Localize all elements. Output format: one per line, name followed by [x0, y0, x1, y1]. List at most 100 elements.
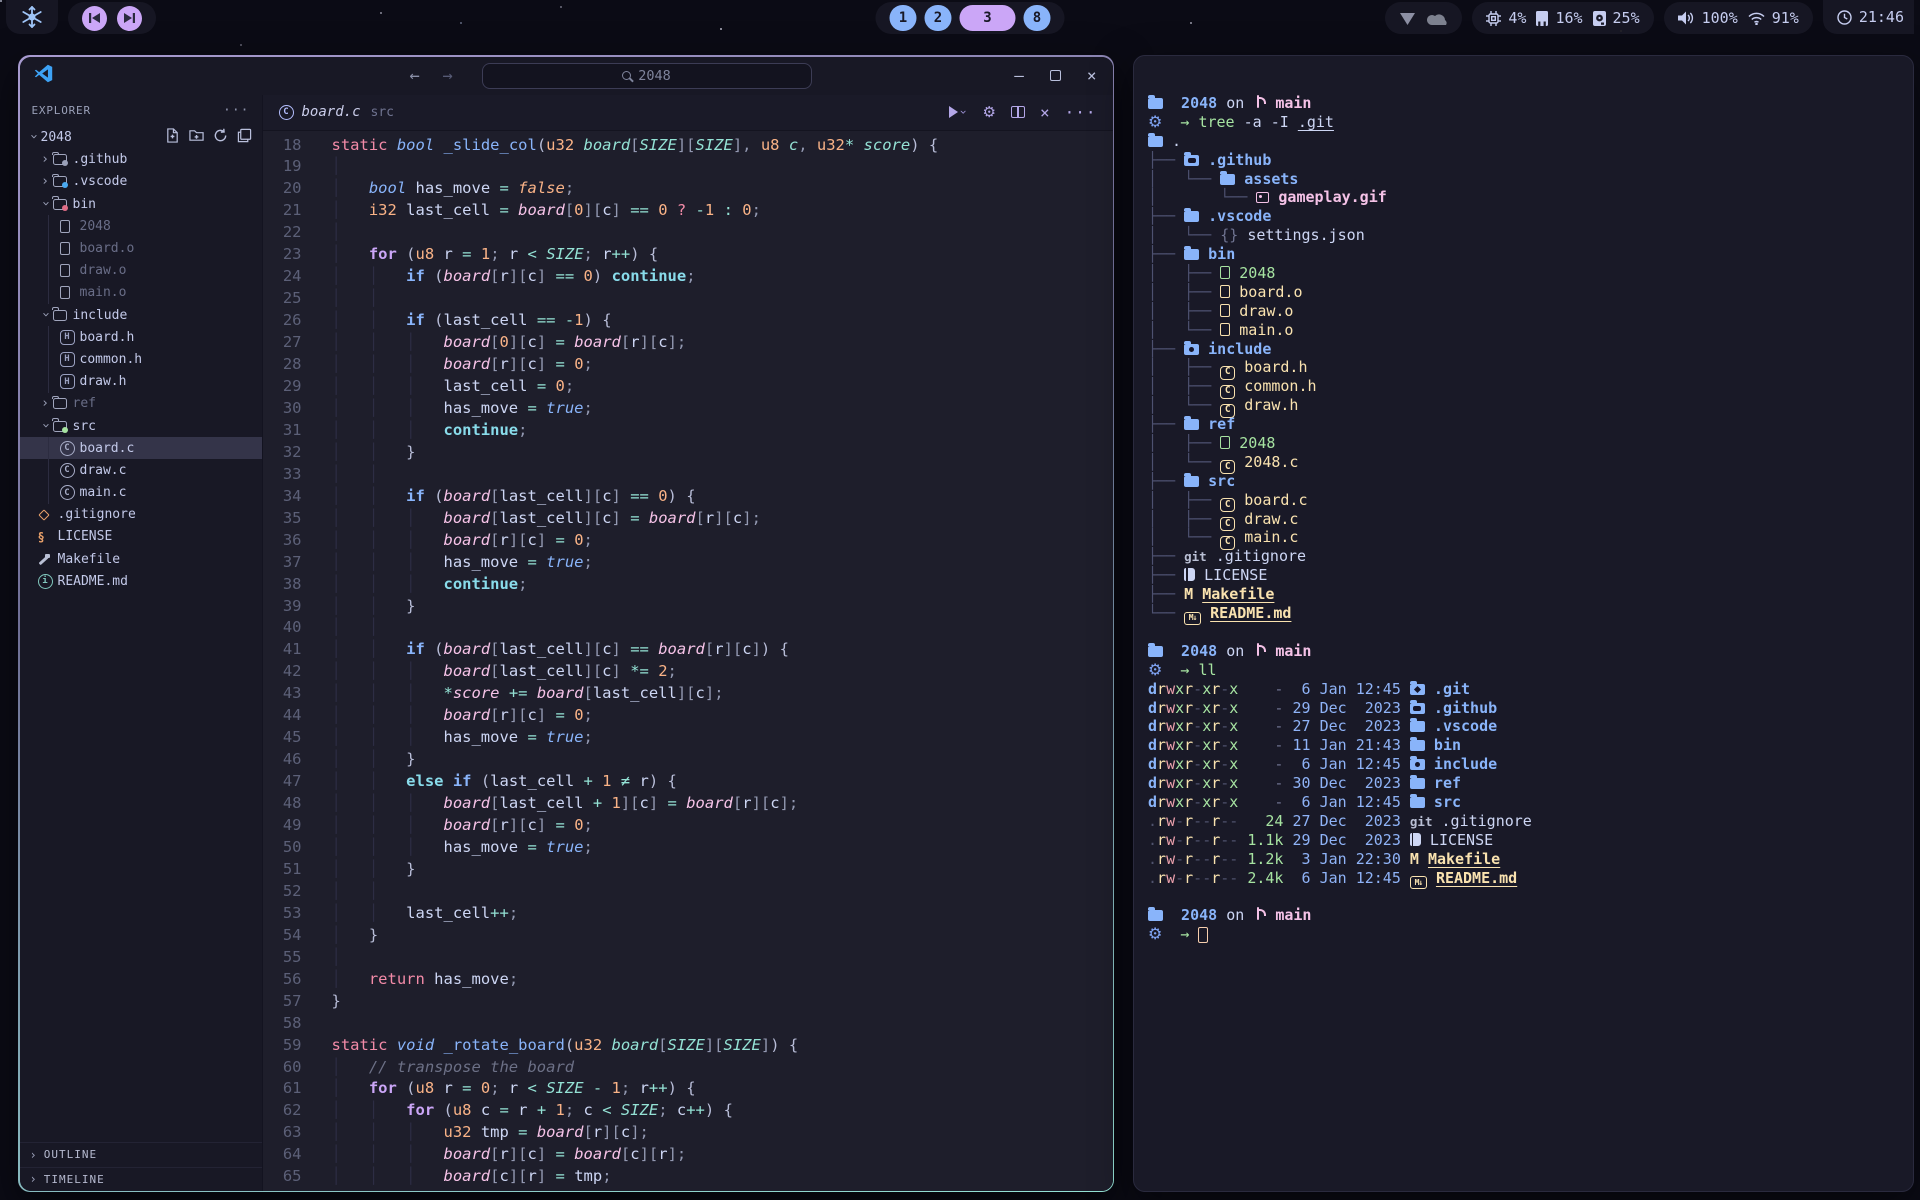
workspace-8[interactable]: 8 — [1024, 5, 1051, 31]
code-line[interactable]: 50│ │ │ has_move = true; — [263, 837, 1113, 859]
explorer-item-bin[interactable]: ›bin — [20, 193, 262, 215]
code-line[interactable]: 56│ return has_move; — [263, 969, 1113, 991]
close-button[interactable]: × — [1087, 66, 1097, 85]
code-line[interactable]: 59static void _rotate_board(u32 board[SI… — [263, 1035, 1113, 1057]
code-line[interactable]: 65│ │ │ board[c][r] = tmp; — [263, 1166, 1113, 1188]
code-line[interactable]: 52│ │ — [263, 881, 1113, 903]
code-line[interactable]: 47│ │ else if (last_cell + 1 ≠ r) { — [263, 771, 1113, 793]
system-stats-module[interactable]: 4% 16% 25% — [1472, 2, 1653, 34]
code-line[interactable]: 33│ │ — [263, 464, 1113, 486]
code-line[interactable]: 61│ for (u8 r = 0; r < SIZE - 1; r++) { — [263, 1078, 1113, 1100]
code-line[interactable]: 20│ bool has_move = false; — [263, 178, 1113, 200]
explorer-item-.gitignore[interactable]: .gitignore — [20, 504, 262, 526]
code-line[interactable]: 44│ │ │ board[r][c] = 0; — [263, 705, 1113, 727]
code-line[interactable]: 23│ for (u8 r = 1; r < SIZE; r++) { — [263, 244, 1113, 266]
code-line[interactable]: 48│ │ │ board[last_cell + 1][c] = board[… — [263, 793, 1113, 815]
workspace-3[interactable]: 3 — [960, 5, 1016, 31]
code-line[interactable]: 18static bool _slide_col(u32 board[SIZE]… — [263, 135, 1113, 157]
code-line[interactable]: 38│ │ │ continue; — [263, 574, 1113, 596]
new-folder-icon[interactable] — [189, 128, 204, 147]
code-line[interactable]: 25│ │ — [263, 288, 1113, 310]
explorer-item-draw.h[interactable]: Hdraw.h — [20, 371, 262, 393]
workspace-1[interactable]: 1 — [890, 5, 917, 31]
more-actions-icon[interactable]: ··· — [1065, 103, 1097, 122]
clock-module[interactable]: 21:46 — [1823, 0, 1914, 34]
media-prev-button[interactable] — [82, 6, 107, 31]
code-line[interactable]: 43│ │ │ *score += board[last_cell][c]; — [263, 683, 1113, 705]
settings-gear-icon[interactable]: ⚙ — [983, 103, 996, 121]
panel-timeline[interactable]: ›TIMELINE — [20, 1167, 262, 1191]
media-next-button[interactable] — [117, 6, 142, 31]
tab-filename[interactable]: board.c — [302, 104, 361, 120]
terminal-link[interactable]: README.md — [1210, 604, 1291, 622]
code-line[interactable]: 30│ │ │ has_move = true; — [263, 398, 1113, 420]
explorer-item-2048[interactable]: ›2048 — [20, 127, 262, 149]
code-line[interactable]: 53│ │ last_cell++; — [263, 903, 1113, 925]
code-line[interactable]: 32│ │ } — [263, 442, 1113, 464]
explorer-item-readme.md[interactable]: iREADME.md — [20, 570, 262, 592]
code-line[interactable]: 27│ │ │ board[0][c] = board[r][c]; — [263, 332, 1113, 354]
new-file-icon[interactable] — [165, 128, 180, 147]
explorer-item-common.h[interactable]: Hcommon.h — [20, 348, 262, 370]
code-line[interactable]: 57} — [263, 991, 1113, 1013]
explorer-item-ref[interactable]: ›ref — [20, 393, 262, 415]
explorer-item-board.c[interactable]: Cboard.c — [20, 437, 262, 459]
code-line[interactable]: 49│ │ │ board[r][c] = 0; — [263, 815, 1113, 837]
minimize-button[interactable]: – — [1014, 66, 1024, 85]
code-line[interactable]: 24│ │ if (board[r][c] == 0) continue; — [263, 266, 1113, 288]
code-editor[interactable]: 18static bool _slide_col(u32 board[SIZE]… — [263, 131, 1113, 1191]
collapse-all-icon[interactable] — [237, 128, 252, 147]
explorer-item-include[interactable]: ›include — [20, 304, 262, 326]
terminal-link[interactable]: README.md — [1436, 869, 1517, 887]
explorer-item-draw.c[interactable]: Cdraw.c — [20, 459, 262, 481]
code-line[interactable]: 54│ } — [263, 925, 1113, 947]
explorer-more-button[interactable]: ··· — [223, 103, 249, 118]
code-line[interactable]: 64│ │ │ board[r][c] = board[c][r]; — [263, 1144, 1113, 1166]
explorer-item-makefile[interactable]: Makefile — [20, 548, 262, 570]
code-line[interactable]: 55│ — [263, 947, 1113, 969]
code-line[interactable]: 42│ │ │ board[last_cell][c] *= 2; — [263, 661, 1113, 683]
code-line[interactable]: 28│ │ │ board[r][c] = 0; — [263, 354, 1113, 376]
explorer-item-draw.o[interactable]: draw.o — [20, 260, 262, 282]
code-line[interactable]: 62│ │ for (u8 c = r + 1; c < SIZE; c++) … — [263, 1100, 1113, 1122]
code-line[interactable]: 34│ │ if (board[last_cell][c] == 0) { — [263, 486, 1113, 508]
terminal-link[interactable]: Makefile — [1428, 850, 1500, 868]
breadcrumb-dir[interactable]: src — [371, 105, 394, 120]
terminal-link[interactable]: .git — [1298, 113, 1334, 131]
explorer-item-.vscode[interactable]: ›.vscode — [20, 171, 262, 193]
explorer-item-2048[interactable]: 2048 — [20, 215, 262, 237]
terminal-link[interactable]: Makefile — [1202, 585, 1274, 603]
nav-back-button[interactable]: ← — [410, 57, 420, 95]
launcher-module[interactable] — [6, 0, 58, 34]
nav-forward-button[interactable]: → — [443, 57, 453, 95]
code-line[interactable]: 45│ │ │ has_move = true; — [263, 727, 1113, 749]
terminal-window[interactable]: 2048 on main⚙ → tree -a -I .git .├── .gi… — [1133, 55, 1914, 1192]
refresh-icon[interactable] — [213, 128, 228, 147]
code-line[interactable]: 36│ │ │ board[r][c] = 0; — [263, 530, 1113, 552]
code-line[interactable]: 19│ — [263, 156, 1113, 178]
panel-outline[interactable]: ›OUTLINE — [20, 1143, 262, 1167]
code-line[interactable]: 40│ │ — [263, 617, 1113, 639]
close-editor-icon[interactable]: × — [1040, 103, 1050, 122]
code-line[interactable]: 21│ i32 last_cell = board[0][c] == 0 ? -… — [263, 200, 1113, 222]
audio-network-module[interactable]: 100% 91% — [1664, 2, 1813, 34]
code-line[interactable]: 31│ │ │ continue; — [263, 420, 1113, 442]
code-line[interactable]: 51│ │ } — [263, 859, 1113, 881]
code-line[interactable]: 63│ │ │ u32 tmp = board[r][c]; — [263, 1122, 1113, 1144]
code-line[interactable]: 60│ // transpose the board — [263, 1057, 1113, 1079]
code-line[interactable]: 22│ — [263, 222, 1113, 244]
explorer-item-board.h[interactable]: Hboard.h — [20, 326, 262, 348]
editor-tab-bar[interactable]: C board.c src › ⚙ × ··· — [263, 95, 1113, 131]
code-line[interactable]: 35│ │ │ board[last_cell][c] = board[r][c… — [263, 508, 1113, 530]
vscode-titlebar[interactable]: ← → 2048 – × — [20, 57, 1113, 95]
split-editor-icon[interactable] — [1011, 106, 1025, 118]
explorer-item-main.c[interactable]: Cmain.c — [20, 482, 262, 504]
command-search-box[interactable]: 2048 — [482, 63, 812, 89]
code-line[interactable]: 46│ │ } — [263, 749, 1113, 771]
explorer-item-license[interactable]: §LICENSE — [20, 526, 262, 548]
explorer-item-main.o[interactable]: main.o — [20, 282, 262, 304]
explorer-item-board.o[interactable]: board.o — [20, 237, 262, 259]
code-line[interactable]: 41│ │ if (board[last_cell][c] == board[r… — [263, 639, 1113, 661]
weather-module[interactable] — [1385, 2, 1462, 34]
run-debug-button[interactable]: › — [949, 105, 967, 119]
